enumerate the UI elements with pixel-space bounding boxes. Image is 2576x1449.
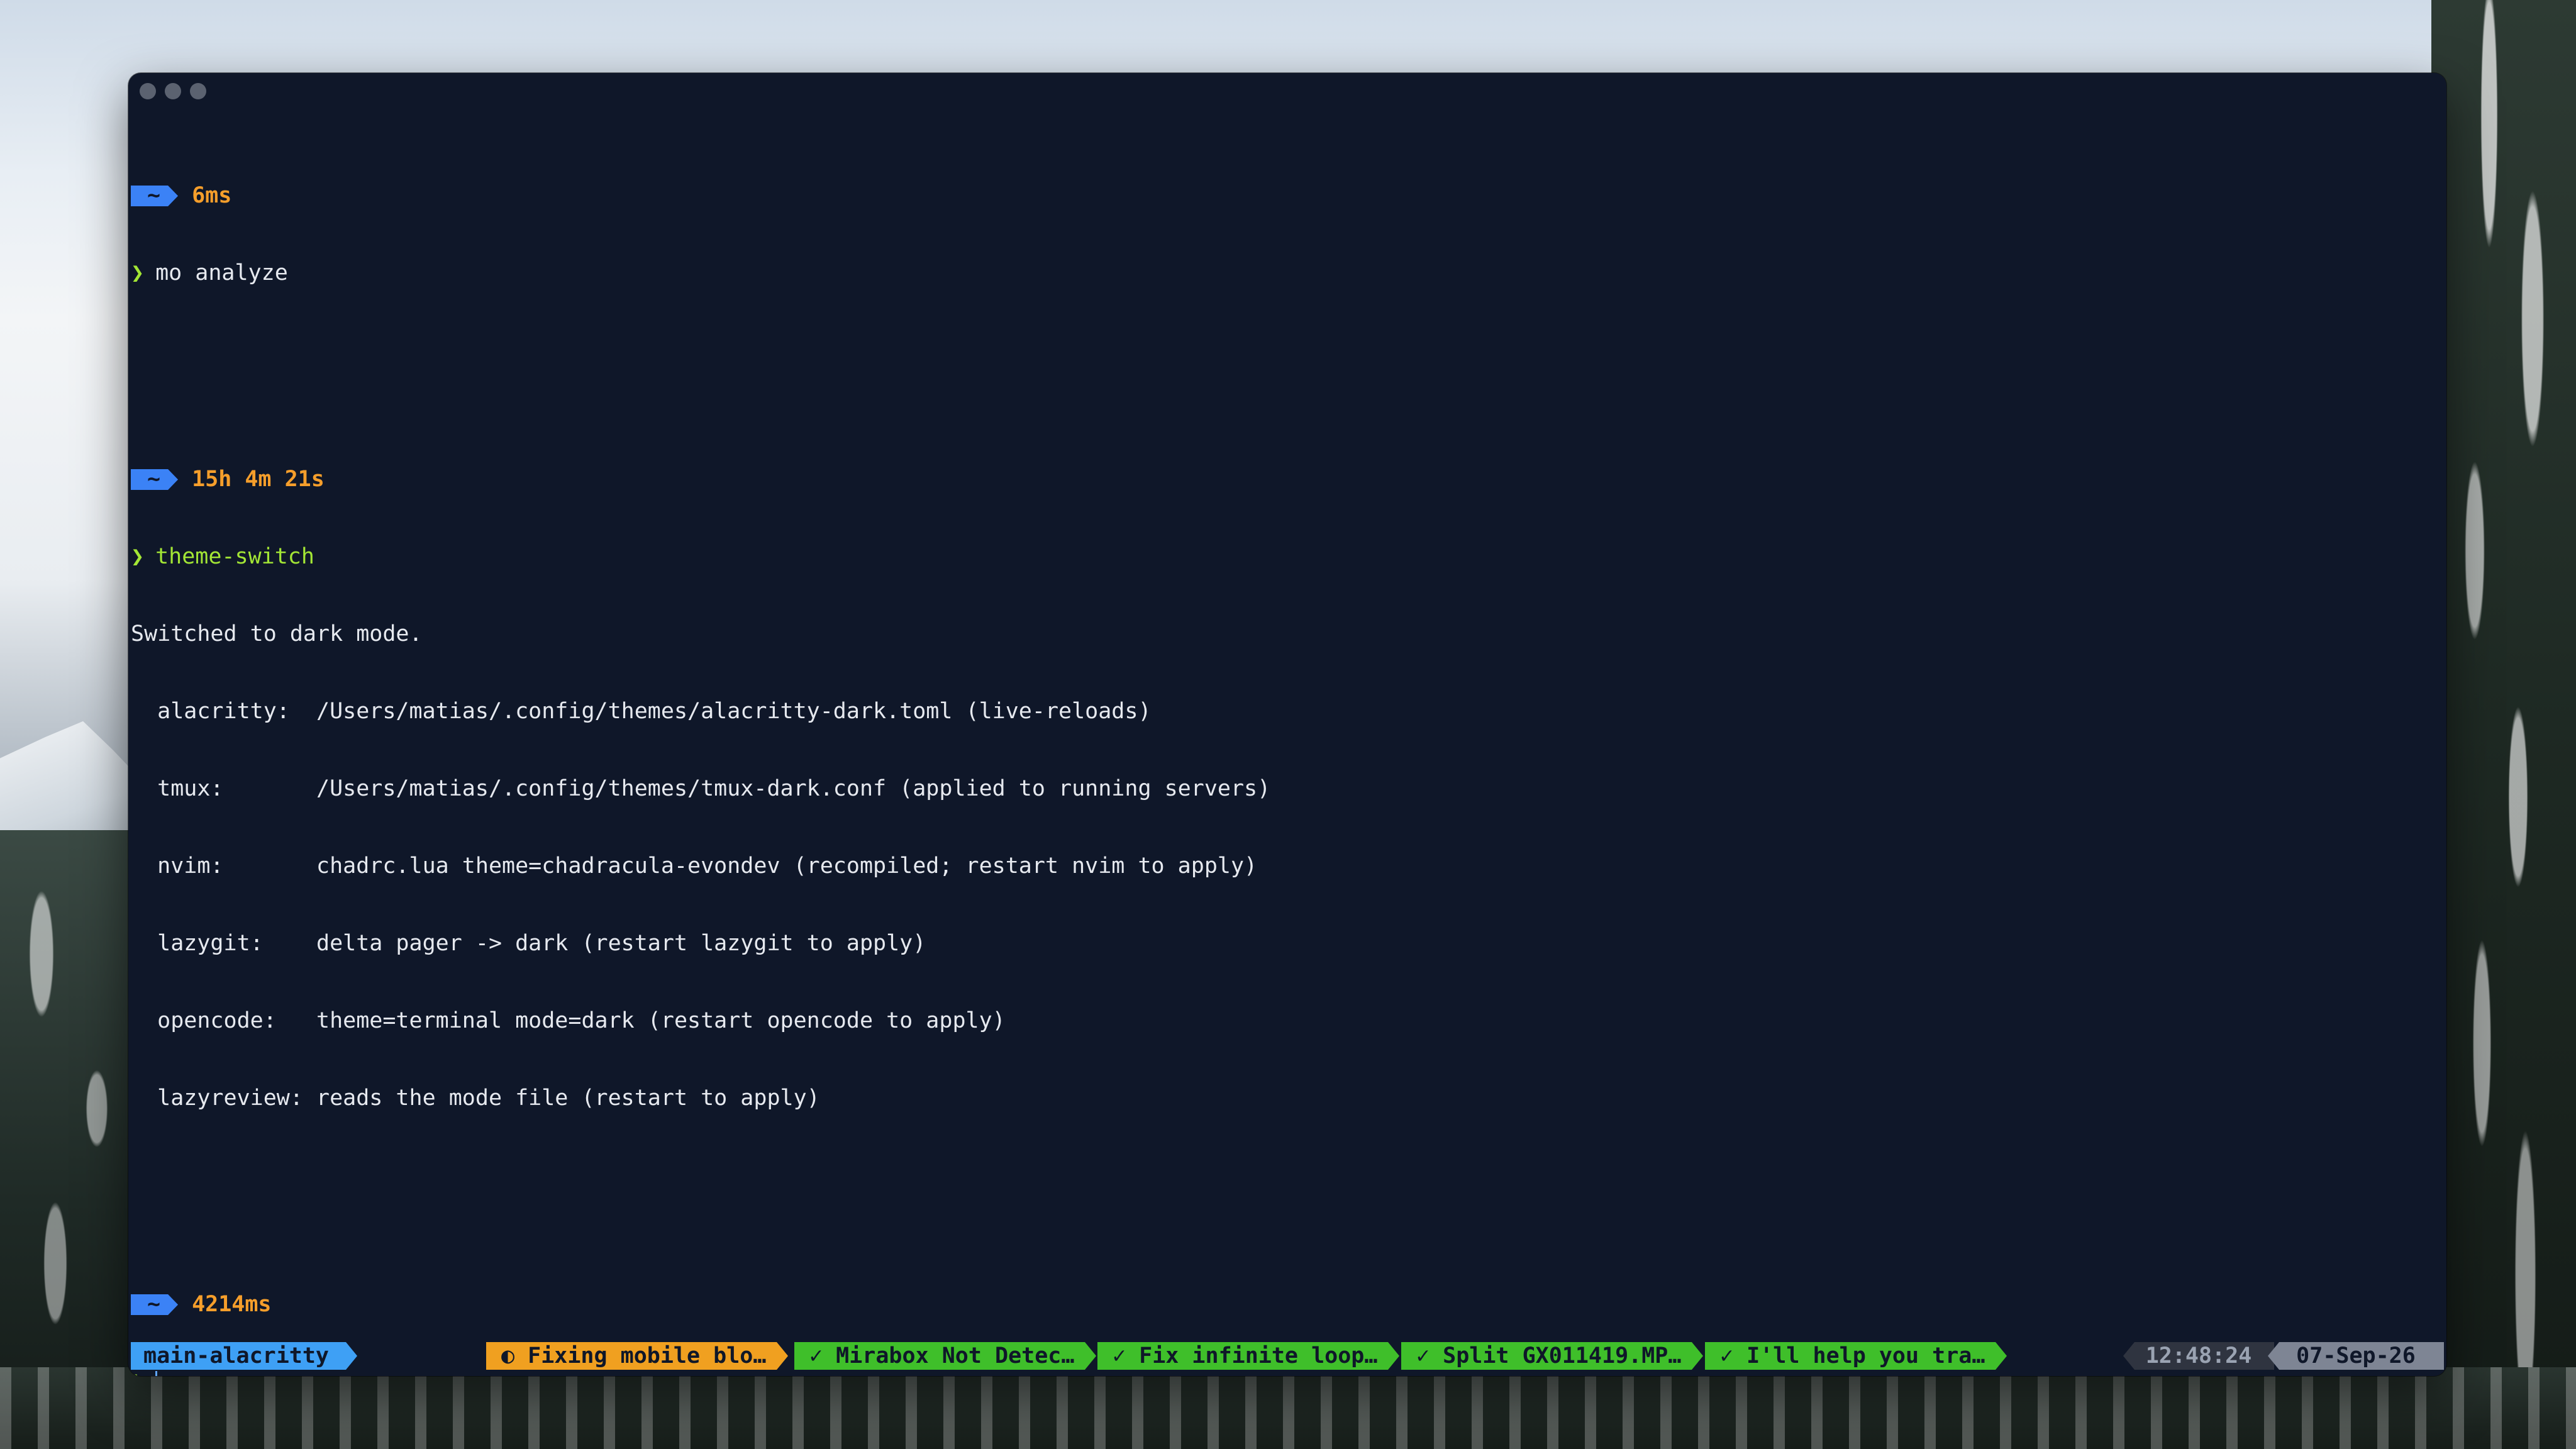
command-line: ❯ theme-switch (131, 544, 2434, 570)
close-button[interactable] (140, 83, 156, 99)
wallpaper-trees-right (2431, 0, 2576, 1449)
text-cursor[interactable] (155, 1370, 158, 1376)
terminal-content[interactable]: ~ 6ms ❯ mo analyze ~ 15h 4m 21s ❯ theme-sw… (131, 106, 2434, 1376)
command-duration: 6ms (192, 183, 232, 208)
output-line: tmux: /Users/matias/.config/themes/tmux-… (131, 776, 1271, 801)
output-line: nvim: chadrc.lua theme=chadracula-evonde… (131, 853, 1258, 879)
window-tab[interactable]: ◐ Fixing mobile blo… (486, 1342, 788, 1370)
prompt-status-line: ~ 4214ms (131, 1292, 2434, 1318)
wallpaper-trees-left (0, 830, 138, 1449)
zoom-button[interactable] (190, 83, 206, 99)
output-line: alacritty: /Users/matias/.config/themes/… (131, 699, 1152, 724)
status-date: 07-Sep-26 (2268, 1342, 2444, 1370)
tmux-status-bar: main-alacritty ◐ Fixing mobile blo… ✓ Mi… (131, 1342, 2444, 1370)
prompt-chevron-icon: ❯ (131, 260, 145, 286)
command-line: ❯ mo analyze (131, 260, 2434, 286)
session-name[interactable]: main-alacritty (131, 1342, 357, 1370)
prompt-chevron-icon: ❯ (131, 1369, 144, 1376)
home-directory-segment: ~ (131, 469, 178, 490)
window-tab[interactable]: ✓ I'll help you tra… (1705, 1342, 2007, 1370)
window-tab[interactable]: ✓ Fix infinite loop… (1097, 1342, 1399, 1370)
status-clock: 12:48:24 (2123, 1342, 2274, 1370)
output-line: lazygit: delta pager -> dark (restart la… (131, 931, 926, 956)
home-directory-segment: ~ (131, 1294, 178, 1315)
command-text: theme-switch (155, 544, 314, 569)
command-duration: 15h 4m 21s (192, 467, 325, 492)
minimize-button[interactable] (165, 83, 181, 99)
command-text: mo analyze (155, 260, 288, 286)
prompt-status-line: ~ 6ms (131, 183, 2434, 209)
home-directory-segment: ~ (131, 186, 178, 206)
wallpaper-trees-bottom (0, 1367, 2576, 1449)
terminal-window[interactable]: ~ 6ms ❯ mo analyze ~ 15h 4m 21s ❯ theme-sw… (128, 73, 2446, 1376)
output-header: Switched to dark mode. (131, 621, 423, 647)
output-line: opencode: theme=terminal mode=dark (rest… (131, 1008, 1006, 1033)
command-duration: 4214ms (192, 1292, 272, 1317)
prompt-chevron-icon: ❯ (131, 544, 145, 569)
active-command-line[interactable]: ❯ (131, 1369, 2434, 1376)
output-line: lazyreview: reads the mode file (restart… (131, 1085, 820, 1111)
prompt-status-line: ~ 15h 4m 21s (131, 467, 2434, 492)
window-controls (140, 83, 206, 99)
window-tab[interactable]: ✓ Mirabox Not Detec… (794, 1342, 1096, 1370)
window-tab[interactable]: ✓ Split GX011419.MP… (1401, 1342, 1703, 1370)
